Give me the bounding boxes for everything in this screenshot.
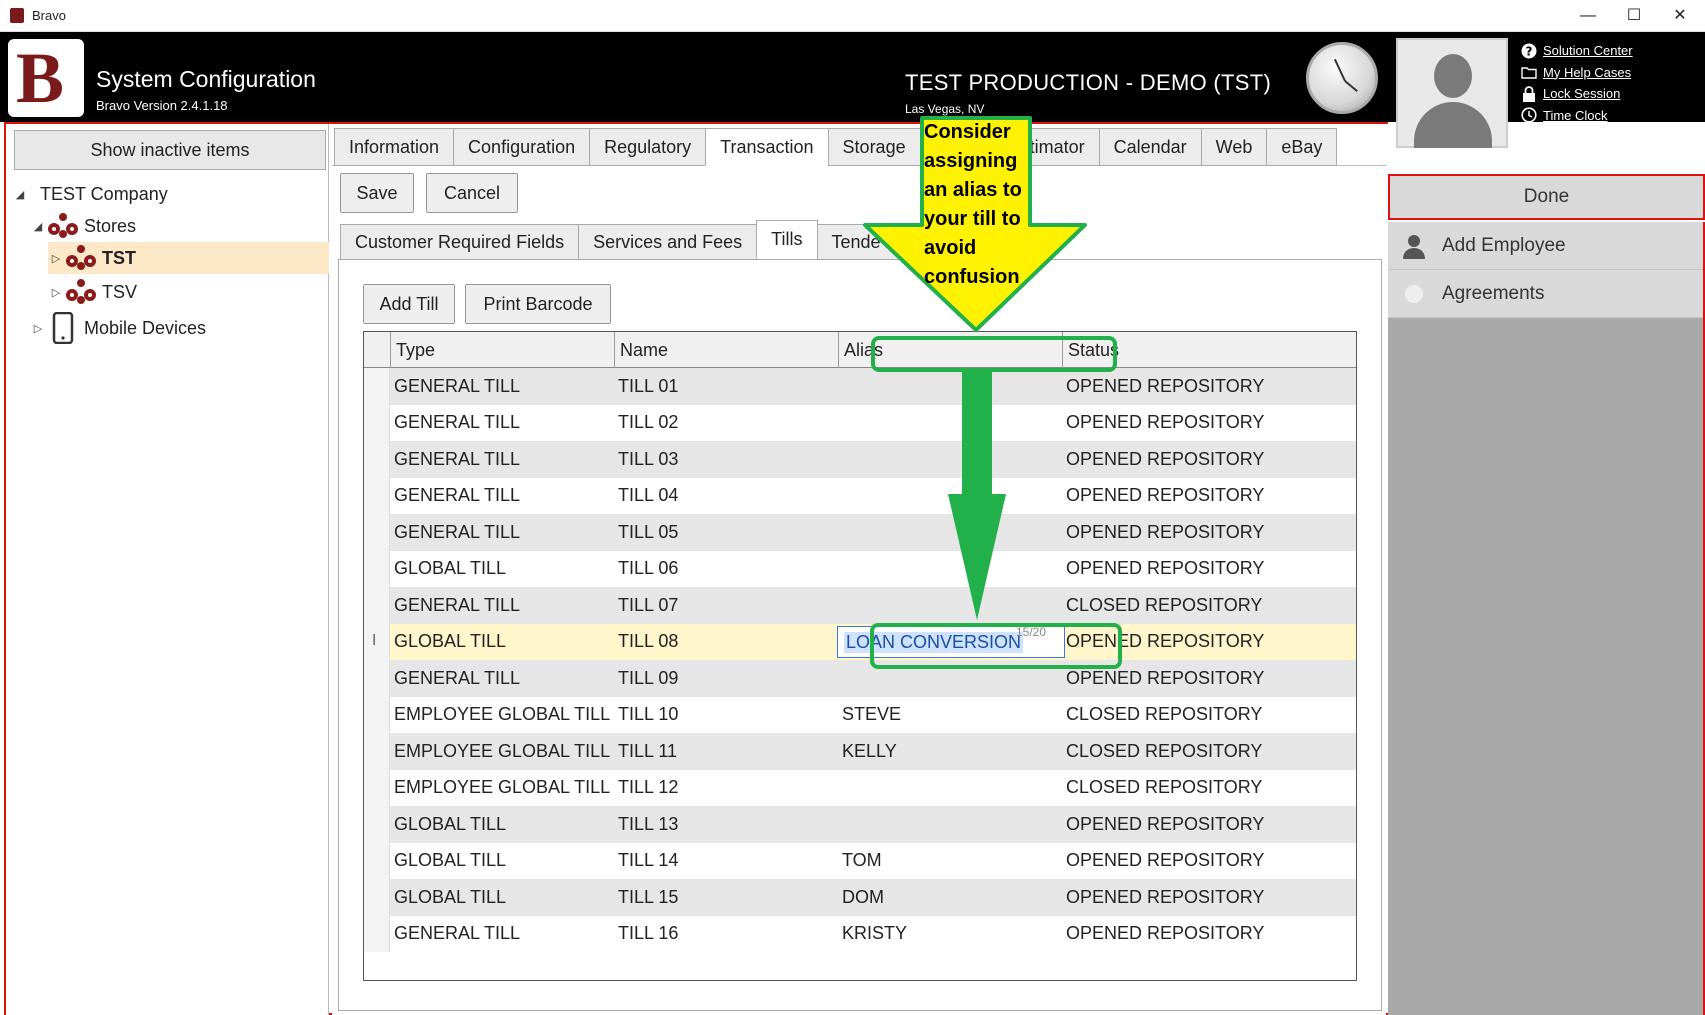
alias-cell-highlight bbox=[870, 623, 1122, 669]
alias-header-highlight bbox=[871, 336, 1117, 372]
down-arrow-head bbox=[948, 494, 1006, 620]
down-arrow-shaft bbox=[962, 370, 992, 498]
annotation-overlay bbox=[863, 116, 1087, 620]
callout-text: Consider assigning an alias to your till… bbox=[924, 121, 1022, 288]
